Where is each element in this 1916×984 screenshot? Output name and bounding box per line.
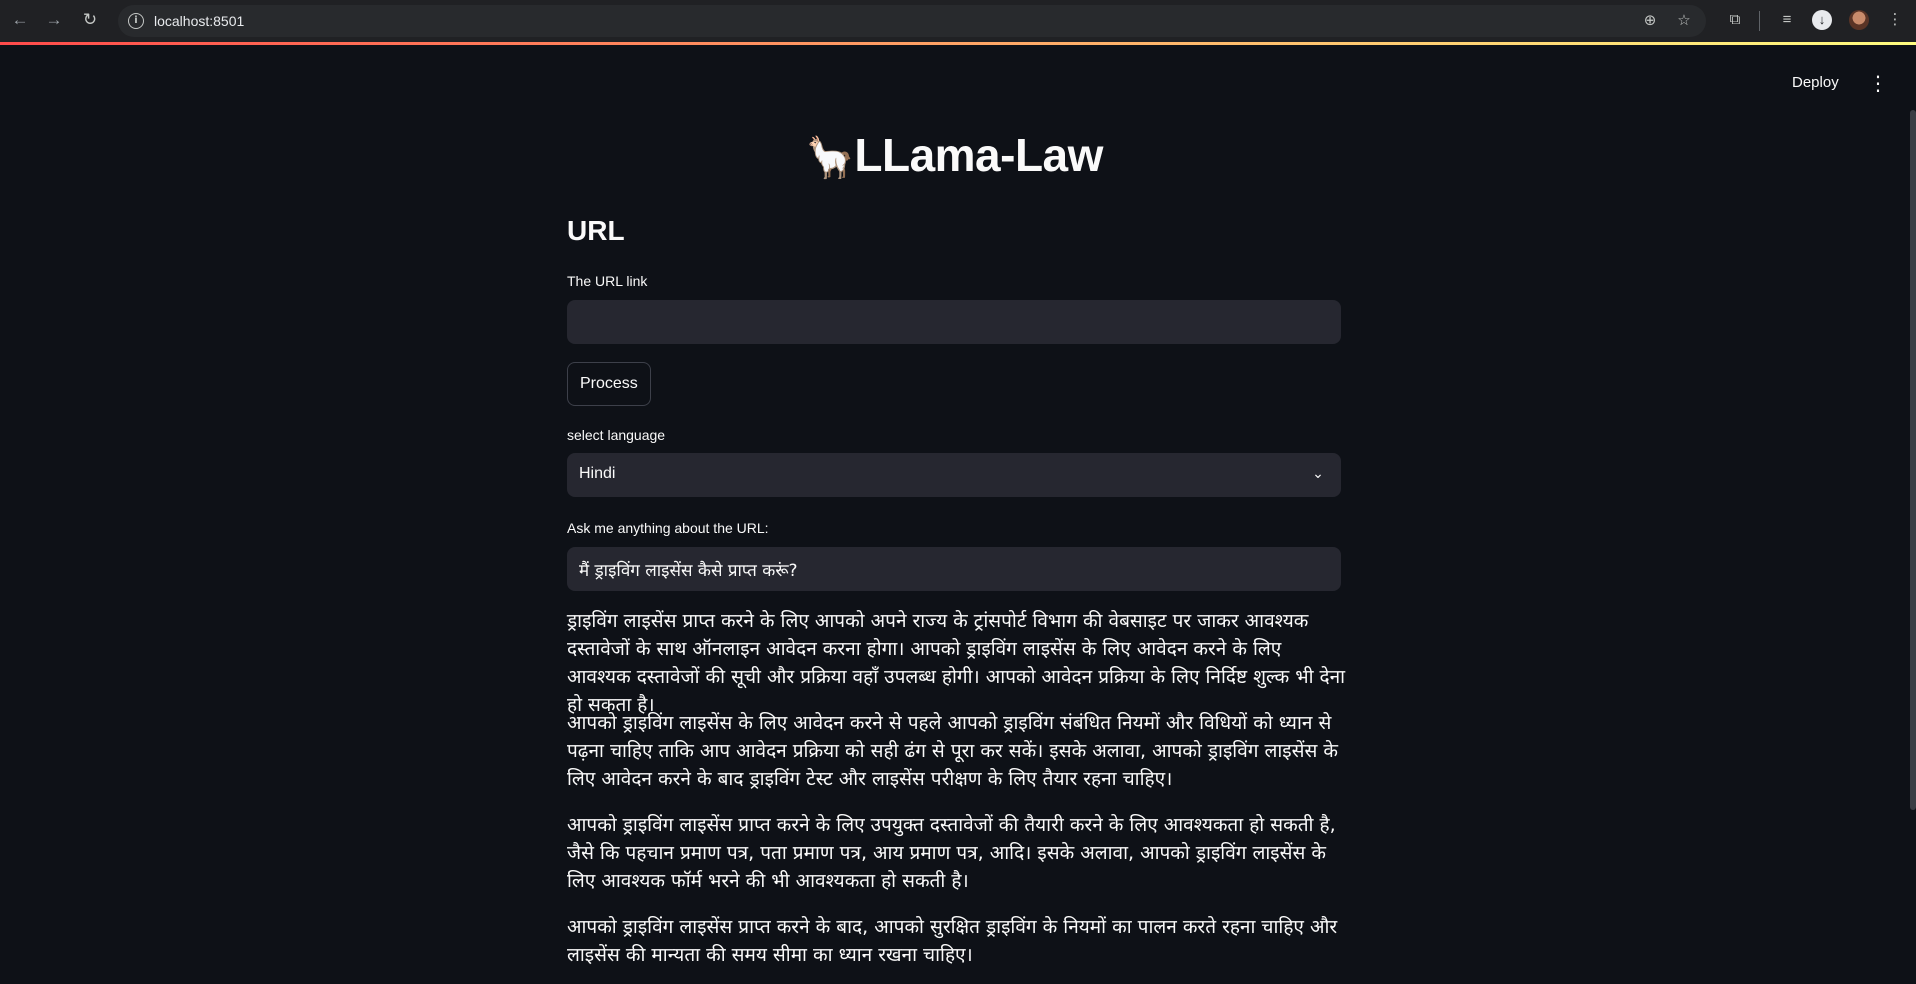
media-control-icon[interactable]: ≡	[1776, 9, 1798, 31]
streamlit-decoration-bar	[0, 42, 1916, 45]
page-scrollbar[interactable]	[1910, 110, 1916, 810]
browser-menu-icon[interactable]: ⋮	[1884, 9, 1906, 31]
site-info-icon[interactable]: i	[128, 13, 144, 29]
url-input[interactable]	[567, 300, 1341, 344]
toolbar-divider	[1759, 11, 1760, 31]
reload-icon[interactable]: ↻	[78, 8, 102, 32]
answer-paragraph: आपको ड्राइविंग लाइसेंस के लिए आवेदन करने…	[567, 712, 1338, 790]
chevron-down-icon: ⌄	[1312, 466, 1324, 482]
address-bar[interactable]: i localhost:8501 ⊕ ☆	[118, 5, 1706, 37]
language-label: select language	[567, 427, 666, 443]
extensions-icon[interactable]: ⧉	[1724, 9, 1746, 31]
back-arrow-icon[interactable]: ←	[8, 8, 32, 32]
question-label: Ask me anything about the URL:	[567, 520, 769, 536]
answer-paragraph: ड्राइविंग लाइसेंस प्राप्त करने के लिए आप…	[567, 610, 1346, 716]
question-input[interactable]	[567, 547, 1341, 591]
profile-avatar[interactable]	[1849, 10, 1869, 30]
answer-paragraph: आपको ड्राइविंग लाइसेंस प्राप्त करने के ब…	[567, 916, 1338, 966]
section-heading: URL	[567, 215, 625, 246]
url-label: The URL link	[567, 273, 648, 289]
language-select[interactable]: Hindi ⌄	[567, 453, 1341, 497]
deploy-button[interactable]: Deploy	[1792, 74, 1839, 91]
app-title-text: LLama-Law	[854, 129, 1103, 181]
llama-emoji-icon: 🦙	[805, 135, 855, 181]
bookmark-star-icon[interactable]: ☆	[1674, 11, 1694, 31]
browser-toolbar: ← → ↻ i localhost:8501 ⊕ ☆ ⧉ ≡ ↓ ⋮	[0, 0, 1916, 42]
download-icon[interactable]: ↓	[1812, 10, 1832, 30]
process-button[interactable]: Process	[567, 362, 651, 406]
address-url[interactable]: localhost:8501	[154, 13, 244, 29]
forward-arrow-icon[interactable]: →	[42, 8, 66, 32]
app-title: 🦙LLama-Law	[567, 128, 1341, 182]
zoom-icon[interactable]: ⊕	[1640, 11, 1660, 31]
answer-paragraph: आपको ड्राइविंग लाइसेंस प्राप्त करने के ल…	[567, 814, 1336, 892]
app-menu-icon[interactable]: ⋮	[1868, 72, 1888, 96]
language-selected-value: Hindi	[579, 465, 616, 482]
